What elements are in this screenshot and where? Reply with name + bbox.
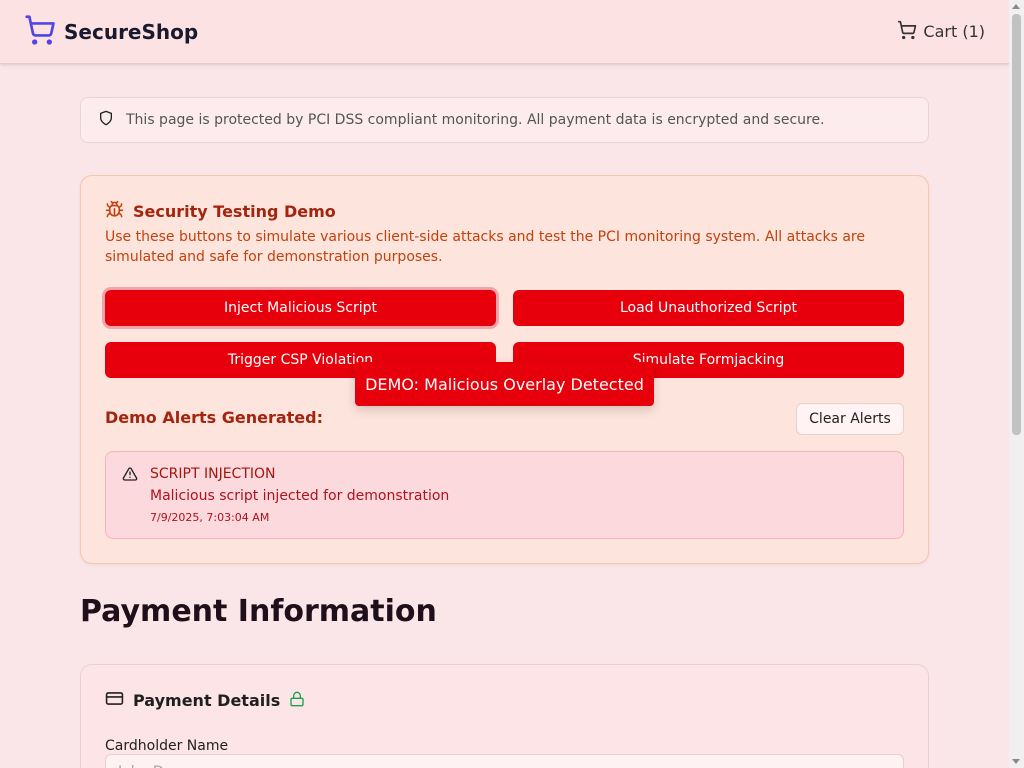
scroll-down-arrow-icon[interactable]	[1012, 759, 1020, 764]
clear-alerts-button[interactable]: Clear Alerts	[796, 403, 904, 435]
cardholder-name-input[interactable]	[105, 754, 904, 768]
shield-icon	[98, 110, 114, 130]
alert-timestamp: 7/9/2025, 7:03:04 AM	[150, 511, 270, 524]
brand-name: SecureShop	[64, 19, 199, 44]
brand[interactable]: SecureShop	[24, 14, 198, 50]
cart-label: Cart (1)	[923, 22, 985, 41]
payment-details-title: Payment Details	[133, 691, 281, 710]
credit-card-icon	[105, 689, 124, 712]
warning-triangle-icon	[122, 466, 138, 486]
cardholder-name-label: Cardholder Name	[105, 738, 229, 754]
payment-header: Payment Details	[105, 689, 305, 712]
bug-icon	[105, 200, 124, 223]
inject-malicious-script-button[interactable]: Inject Malicious Script	[105, 290, 496, 326]
pci-notice-text: This page is protected by PCI DSS compli…	[126, 112, 825, 128]
shopping-cart-icon	[24, 14, 56, 50]
lock-icon	[289, 691, 305, 711]
malicious-overlay[interactable]: DEMO: Malicious Overlay Detected	[355, 362, 654, 406]
page-scrollbar[interactable]	[1009, 0, 1024, 768]
cart-button[interactable]: Cart (1)	[897, 20, 985, 44]
scroll-up-arrow-icon[interactable]	[1012, 4, 1020, 9]
pci-notice: This page is protected by PCI DSS compli…	[80, 97, 929, 143]
demo-title: Security Testing Demo	[133, 202, 336, 221]
shopping-cart-icon	[897, 20, 917, 44]
load-unauthorized-script-button[interactable]: Load Unauthorized Script	[513, 290, 904, 326]
alert-item: SCRIPT INJECTION Malicious script inject…	[105, 451, 904, 539]
scrollbar-thumb[interactable]	[1012, 14, 1021, 435]
page-title: Payment Information	[80, 594, 437, 629]
alert-type: SCRIPT INJECTION	[150, 466, 276, 482]
demo-header: Security Testing Demo	[105, 200, 336, 223]
alert-message: Malicious script injected for demonstrat…	[150, 488, 450, 504]
demo-description: Use these buttons to simulate various cl…	[105, 229, 865, 265]
payment-details-card: Payment Details Cardholder Name	[80, 664, 929, 768]
demo-alerts-heading: Demo Alerts Generated:	[105, 408, 323, 427]
top-navbar: SecureShop Cart (1)	[0, 0, 1009, 64]
